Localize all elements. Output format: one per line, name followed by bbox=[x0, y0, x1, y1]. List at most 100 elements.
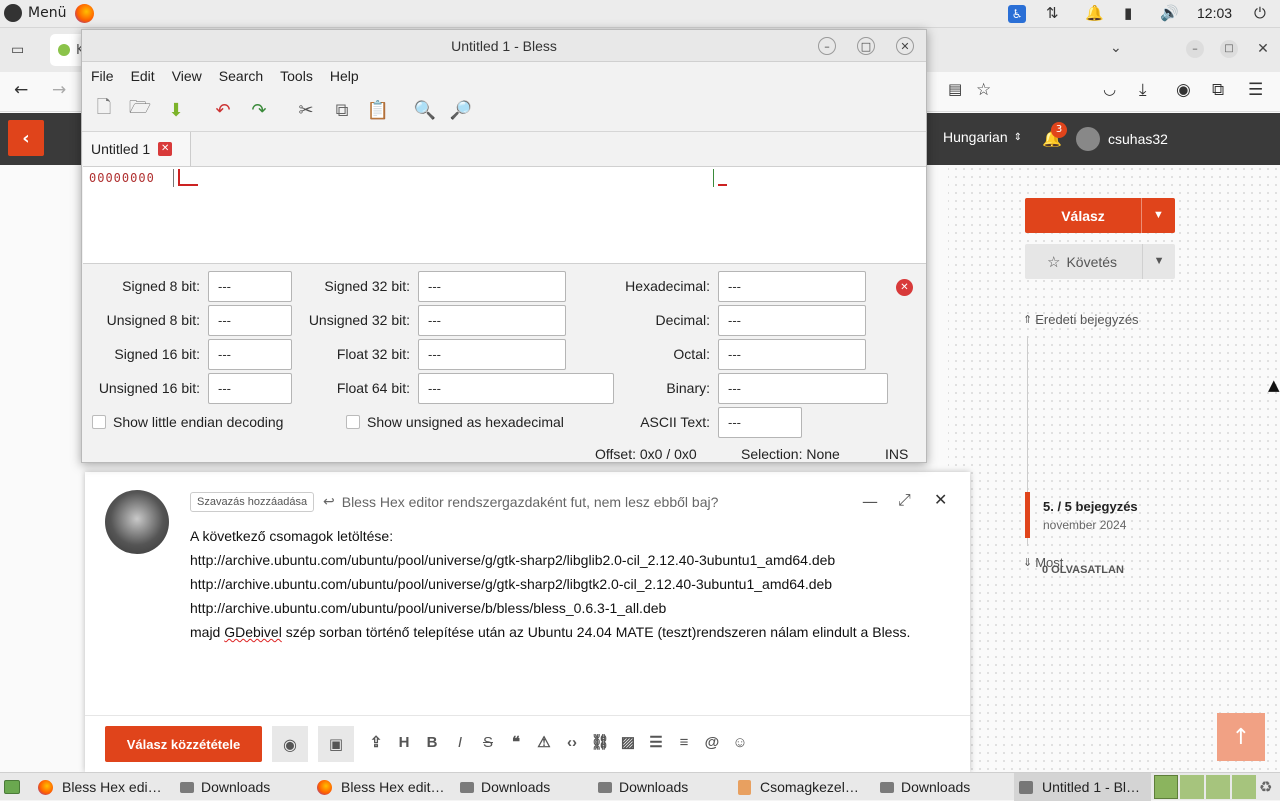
copy-icon[interactable]: ⧉ bbox=[329, 97, 355, 123]
follow-dropdown-chevron-icon[interactable]: ▼ bbox=[1142, 244, 1175, 279]
workspace-1[interactable] bbox=[1154, 775, 1178, 799]
signed-16-field[interactable]: --- bbox=[208, 339, 292, 370]
composer-fullscreen-icon[interactable]: ⤢ bbox=[898, 490, 911, 510]
emoji-icon[interactable]: ☺ bbox=[726, 734, 754, 751]
redo-icon[interactable]: ↷ bbox=[246, 97, 272, 123]
taskbar-item[interactable]: Downloads bbox=[180, 773, 290, 801]
unsigned-8-field[interactable]: --- bbox=[208, 305, 292, 336]
pocket-icon[interactable]: ◡ bbox=[1103, 80, 1116, 98]
numbered-list-icon[interactable]: ≡ bbox=[670, 734, 698, 751]
firefox-launcher-icon[interactable] bbox=[75, 4, 94, 23]
octal-field[interactable]: --- bbox=[718, 339, 866, 370]
menu-edit[interactable]: Edit bbox=[131, 68, 155, 84]
user-menu[interactable]: csuhas32 bbox=[1076, 127, 1168, 151]
network-icon[interactable]: ⇅ bbox=[1046, 4, 1059, 22]
mention-icon[interactable]: @ bbox=[698, 734, 726, 751]
language-selector[interactable]: Hungarian ⇕ bbox=[943, 129, 1022, 145]
taskbar-item[interactable]: Csomagkezel… bbox=[738, 773, 866, 801]
tab-close-icon[interactable]: ✕ bbox=[158, 142, 173, 156]
composer-editor[interactable]: A következő csomagok letöltése: http://a… bbox=[190, 524, 960, 644]
workspace-3[interactable] bbox=[1206, 775, 1230, 799]
trash-icon[interactable]: ♻ bbox=[1259, 778, 1272, 796]
workspace-4[interactable] bbox=[1232, 775, 1256, 799]
link-icon[interactable]: ⛓ bbox=[586, 733, 614, 751]
open-file-icon[interactable]: 🗁 bbox=[127, 97, 153, 123]
menu-tools[interactable]: Tools bbox=[280, 68, 313, 84]
downloads-icon[interactable]: ⤓ bbox=[1139, 80, 1147, 100]
upload-icon[interactable]: ⇪ bbox=[362, 733, 390, 751]
float-32-field[interactable]: --- bbox=[418, 339, 566, 370]
vote-tag[interactable]: Szavazás hozzáadása bbox=[190, 492, 315, 512]
minimize-icon[interactable]: – bbox=[818, 37, 836, 55]
maximize-icon[interactable]: □ bbox=[1220, 40, 1238, 58]
bookmark-star-icon[interactable]: ☆ bbox=[976, 80, 991, 100]
ascii-field[interactable]: --- bbox=[718, 407, 802, 438]
float-64-field[interactable]: --- bbox=[418, 373, 614, 404]
battery-icon[interactable]: ▮ bbox=[1124, 4, 1132, 22]
taskbar-item[interactable]: Bless Hex edi… bbox=[38, 773, 164, 801]
undo-icon[interactable]: ↶ bbox=[210, 97, 236, 123]
document-tab[interactable]: Untitled 1 ✕ bbox=[83, 132, 191, 166]
follow-button[interactable]: ☆ Követés ▼ bbox=[1025, 244, 1175, 279]
account-icon[interactable]: ◉ bbox=[1176, 80, 1191, 100]
taskbar-item[interactable]: Downloads bbox=[598, 773, 708, 801]
show-desktop-icon[interactable] bbox=[4, 780, 20, 794]
reply-dropdown-chevron-icon[interactable]: ▼ bbox=[1141, 198, 1175, 233]
clock[interactable]: 12:03 bbox=[1197, 5, 1232, 21]
italic-icon[interactable]: I bbox=[446, 734, 474, 751]
extensions-icon[interactable]: ⧉ bbox=[1212, 80, 1224, 100]
forward-icon[interactable]: → bbox=[52, 80, 66, 100]
paste-icon[interactable]: 📋 bbox=[365, 97, 391, 123]
binary-field[interactable]: --- bbox=[718, 373, 888, 404]
menu-view[interactable]: View bbox=[172, 68, 202, 84]
decimal-field[interactable]: --- bbox=[718, 305, 866, 336]
taskbar-item-active[interactable]: Untitled 1 - Bl… bbox=[1014, 773, 1151, 801]
menu-file[interactable]: File bbox=[91, 68, 114, 84]
image-toggle-button[interactable]: ▣ bbox=[318, 726, 354, 762]
hex-view[interactable]: 00000000 bbox=[83, 166, 926, 264]
power-icon[interactable]: ⏻ bbox=[1254, 4, 1266, 22]
code-icon[interactable]: ‹› bbox=[558, 734, 586, 751]
taskbar-item[interactable]: Downloads bbox=[880, 773, 990, 801]
scroll-to-top-button[interactable]: ↑ bbox=[1217, 713, 1265, 761]
heading-icon[interactable]: H bbox=[390, 734, 418, 751]
back-icon[interactable]: ← bbox=[14, 80, 28, 100]
back-button[interactable]: ‹ bbox=[8, 120, 44, 156]
taskbar-item[interactable]: Bless Hex edit… bbox=[317, 773, 449, 801]
cut-icon[interactable]: ✂ bbox=[293, 97, 319, 123]
post-reply-button[interactable]: Válasz közzététele bbox=[105, 726, 262, 762]
signed-8-field[interactable]: --- bbox=[208, 271, 292, 302]
tab-list-icon[interactable]: ▭ bbox=[11, 42, 24, 58]
menu-search[interactable]: Search bbox=[219, 68, 263, 84]
timeline-handle[interactable] bbox=[1025, 492, 1030, 538]
reader-view-icon[interactable]: ▤ bbox=[948, 80, 962, 98]
reply-button[interactable]: Válasz ▼ bbox=[1025, 198, 1175, 233]
main-menu-button[interactable]: Menü bbox=[4, 4, 66, 22]
notification-bell-icon[interactable]: 🔔 bbox=[1085, 4, 1104, 22]
new-file-icon[interactable]: 🗋 bbox=[91, 97, 117, 123]
composer-close-icon[interactable]: ✕ bbox=[934, 490, 947, 509]
unsigned-32-field[interactable]: --- bbox=[418, 305, 566, 336]
composer-minimize-icon[interactable]: — bbox=[862, 492, 878, 511]
workspace-2[interactable] bbox=[1180, 775, 1204, 799]
volume-icon[interactable]: 🔊 bbox=[1160, 4, 1179, 22]
bless-titlebar[interactable]: Untitled 1 - Bless – □ ✕ bbox=[82, 30, 926, 62]
minimize-icon[interactable]: – bbox=[1186, 40, 1204, 58]
preview-toggle-button[interactable]: ◉ bbox=[272, 726, 308, 762]
bullet-list-icon[interactable]: ☰ bbox=[642, 733, 670, 751]
find-icon[interactable]: 🔍 bbox=[412, 97, 438, 123]
tab-overflow-icon[interactable]: ⌄ bbox=[1110, 40, 1122, 56]
warning-icon[interactable]: ⚠ bbox=[530, 733, 558, 751]
quote-icon[interactable]: ❝ bbox=[502, 733, 530, 751]
close-icon[interactable]: ✕ bbox=[1254, 40, 1272, 58]
insert-image-icon[interactable]: ▨ bbox=[614, 733, 642, 751]
close-icon[interactable]: ✕ bbox=[896, 37, 914, 55]
menu-help[interactable]: Help bbox=[330, 68, 359, 84]
app-menu-icon[interactable]: ☰ bbox=[1248, 80, 1263, 100]
bold-icon[interactable]: B bbox=[418, 734, 446, 751]
close-panel-icon[interactable]: ✕ bbox=[896, 279, 913, 296]
save-icon[interactable]: ⬇ bbox=[163, 97, 189, 123]
unsigned-hex-checkbox[interactable]: Show unsigned as hexadecimal bbox=[346, 414, 564, 430]
signed-32-field[interactable]: --- bbox=[418, 271, 566, 302]
strikethrough-icon[interactable]: S bbox=[474, 734, 502, 751]
